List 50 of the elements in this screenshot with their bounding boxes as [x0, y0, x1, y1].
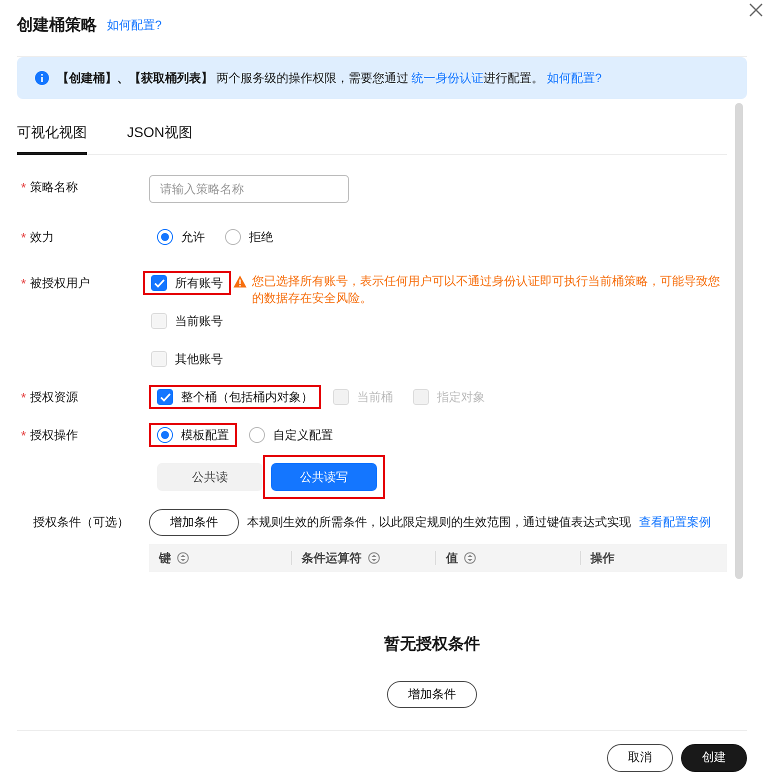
dialog-title: 创建桶策略 — [17, 16, 97, 36]
warning-icon — [233, 275, 247, 288]
column-header: 键 — [159, 550, 171, 566]
required-mark: * — [21, 390, 26, 404]
required-mark: * — [21, 428, 26, 442]
info-icon — [35, 71, 49, 85]
policy-name-field[interactable]: 请输入策略名称 — [149, 175, 349, 203]
example-link[interactable]: 查看配置案例 — [639, 514, 711, 531]
check-icon — [160, 392, 170, 402]
radio-option[interactable]: 拒绝 — [217, 225, 281, 249]
checkbox-option[interactable]: 当前账号 — [143, 309, 727, 333]
column-header: 值 — [446, 550, 458, 566]
field-label: 授权操作 — [30, 426, 78, 444]
close-icon[interactable] — [748, 2, 764, 18]
checkbox-option[interactable]: 所有账号 — [143, 271, 231, 295]
required-mark: * — [21, 276, 26, 290]
add-condition-button[interactable]: 增加条件 — [149, 509, 239, 536]
field-label: 授权条件（可选） — [33, 514, 129, 531]
warning-text: 您已选择所有账号，表示任何用户可以不通过身份认证即可执行当前桶策略，可能导致您的数据存在安全风险。 — [252, 273, 721, 307]
template-button[interactable]: 公共读写 — [271, 463, 377, 491]
field-label: 策略名称 — [30, 178, 78, 196]
field-label: 被授权用户 — [30, 274, 90, 292]
add-condition-button[interactable]: 增加条件 — [387, 681, 477, 708]
radio-option[interactable]: 允许 — [149, 225, 213, 249]
sort-icon[interactable] — [368, 552, 380, 564]
cancel-button[interactable]: 取消 — [607, 744, 673, 772]
field-label: 效力 — [30, 228, 54, 246]
checkbox-option[interactable]: 整个桶（包括桶内对象） — [149, 385, 321, 409]
info-link[interactable]: 如何配置? — [547, 70, 602, 84]
check-icon — [154, 278, 164, 288]
field-label: 授权资源 — [30, 388, 78, 406]
help-link[interactable]: 如何配置? — [107, 16, 162, 34]
column-header: 条件运算符 — [302, 550, 362, 566]
checkbox-option[interactable]: 其他账号 — [143, 347, 727, 371]
radio-option[interactable]: 模板配置 — [149, 423, 237, 447]
required-mark: * — [21, 230, 26, 244]
sort-icon[interactable] — [177, 552, 189, 564]
info-link[interactable]: 统一身份认证 — [412, 70, 484, 84]
info-text: 【创建桶】、【获取桶列表】 两个服务级的操作权限，需要您通过 统一身份认证进行配置。 如何配置? — [57, 70, 602, 86]
view-tab[interactable]: JSON视图 — [127, 124, 192, 155]
column-header: 操作 — [590, 550, 614, 566]
radio-option[interactable]: 自定义配置 — [241, 423, 341, 447]
sort-icon[interactable] — [464, 552, 476, 564]
create-button[interactable]: 创建 — [681, 744, 747, 772]
empty-message: 暂无授权条件 — [384, 634, 480, 655]
template-button[interactable]: 公共读 — [157, 463, 263, 491]
condition-description: 本规则生效的所需条件，以此限定规则的生效范围，通过键值表达式实现 — [247, 514, 631, 531]
required-mark: * — [21, 180, 26, 194]
scrollbar-thumb[interactable] — [735, 103, 743, 579]
view-tab[interactable]: 可视化视图 — [17, 124, 87, 155]
